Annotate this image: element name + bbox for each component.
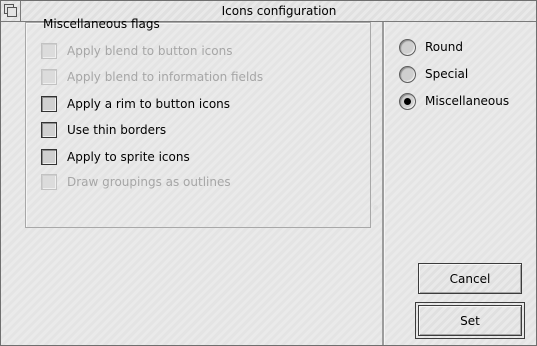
pane-divider xyxy=(382,22,384,345)
back-icon[interactable] xyxy=(1,1,21,21)
option-label: Apply a rim to button icons xyxy=(67,97,231,111)
option-apply-blend-information-fields[interactable]: Apply blend to information fields xyxy=(41,67,263,87)
option-draw-groupings-outlines[interactable]: Draw groupings as outlines xyxy=(41,172,231,192)
option-apply-rim-button-icons[interactable]: Apply a rim to button icons xyxy=(41,94,230,114)
option-label: Draw groupings as outlines xyxy=(67,175,231,189)
checkbox[interactable] xyxy=(41,69,57,85)
option-label: Apply blend to button icons xyxy=(67,44,233,58)
radio-label: Miscellaneous xyxy=(425,94,510,108)
checkbox[interactable] xyxy=(41,43,57,59)
radio-button[interactable] xyxy=(399,65,416,83)
checkbox[interactable] xyxy=(41,96,57,112)
radio-round[interactable]: Round xyxy=(399,37,463,57)
group-label: Miscellaneous flags xyxy=(43,17,160,31)
checkbox[interactable] xyxy=(41,122,57,138)
set-button[interactable]: Set xyxy=(415,302,525,339)
checkbox[interactable] xyxy=(41,149,57,165)
checkbox[interactable] xyxy=(41,174,57,190)
radio-label: Round xyxy=(425,40,463,54)
radio-miscellaneous[interactable]: Miscellaneous xyxy=(399,91,509,111)
radio-button[interactable] xyxy=(399,38,416,56)
radio-button[interactable] xyxy=(399,92,416,110)
radio-special[interactable]: Special xyxy=(399,64,468,84)
option-use-thin-borders[interactable]: Use thin borders xyxy=(41,120,166,140)
icons-configuration-window: Icons configuration Miscellaneous flags … xyxy=(0,0,537,346)
option-label: Use thin borders xyxy=(67,123,167,137)
option-apply-blend-button-icons[interactable]: Apply blend to button icons xyxy=(41,41,232,61)
option-label: Apply blend to information fields xyxy=(67,70,264,84)
cancel-button[interactable]: Cancel xyxy=(418,263,522,294)
option-apply-sprite-icons[interactable]: Apply to sprite icons xyxy=(41,147,190,167)
radio-label: Special xyxy=(425,67,469,81)
option-label: Apply to sprite icons xyxy=(67,150,190,164)
